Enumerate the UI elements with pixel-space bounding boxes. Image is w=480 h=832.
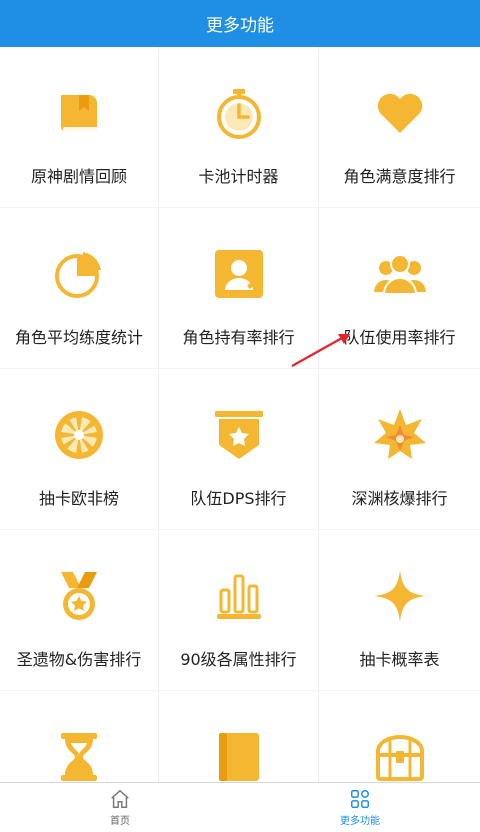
star-banner-icon — [211, 407, 267, 463]
tab-more-features[interactable]: 更多功能 — [240, 783, 480, 832]
treasure-chest-icon — [372, 729, 428, 782]
feature-label: 深渊核爆排行 — [351, 489, 448, 508]
feature-item-ownership-rank[interactable]: 角色持有率排行 — [159, 208, 319, 368]
feature-item-team-usage-rank[interactable]: 队伍使用率排行 — [319, 208, 480, 368]
sparkle-icon — [372, 568, 428, 624]
feature-item-hourglass[interactable] — [0, 691, 159, 782]
feature-label: 原神剧情回顾 — [30, 167, 127, 186]
tab-home-label: 首页 — [110, 816, 130, 827]
feature-item-story-review[interactable]: 原神剧情回顾 — [0, 47, 159, 207]
feature-item-abyss-burst-rank[interactable]: 深渊核爆排行 — [319, 369, 480, 529]
feature-label: 角色持有率排行 — [182, 328, 295, 347]
home-icon — [111, 789, 129, 808]
hourglass-icon — [51, 729, 107, 782]
feature-item-banner-timer[interactable]: 卡池计时器 — [159, 47, 319, 207]
feature-label: 抽卡概率表 — [359, 650, 440, 669]
feature-label: 抽卡欧非榜 — [38, 489, 119, 508]
book-icon — [51, 85, 107, 141]
medal-icon — [51, 568, 107, 624]
feature-label: 角色满意度排行 — [343, 167, 456, 186]
user-card-icon — [211, 246, 267, 302]
grid-apps-icon — [351, 790, 369, 808]
page-title: 更多功能 — [206, 16, 274, 36]
wheel-icon — [51, 407, 107, 463]
feature-item-treasure-chest[interactable] — [319, 691, 480, 782]
feature-item-notebook[interactable] — [159, 691, 319, 782]
feature-item-gacha-luck-board[interactable]: 抽卡欧非榜 — [0, 369, 159, 529]
feature-label: 90级各属性排行 — [180, 650, 297, 669]
notebook-icon — [211, 729, 267, 782]
feature-item-team-dps-rank[interactable]: 队伍DPS排行 — [159, 369, 319, 529]
feature-item-satisfaction-rank[interactable]: 角色满意度排行 — [319, 47, 480, 207]
page-title-bar: 更多功能 — [0, 0, 480, 47]
feature-label: 队伍使用率排行 — [343, 328, 456, 347]
feature-label: 卡池计时器 — [198, 167, 279, 186]
stopwatch-icon — [211, 85, 267, 141]
feature-item-training-stats[interactable]: 角色平均练度统计 — [0, 208, 159, 368]
feature-grid: 原神剧情回顾 卡池计时器 角色满意度排行 角色平均练度统计 角色持有率排行 队伍… — [0, 47, 480, 782]
heart-icon — [372, 85, 428, 141]
bar-chart-icon — [211, 568, 267, 624]
tab-home[interactable]: 首页 — [0, 783, 240, 832]
bottom-tab-bar: 首页 更多功能 — [0, 782, 480, 832]
feature-label: 角色平均练度统计 — [14, 328, 143, 347]
pie-chart-icon — [51, 246, 107, 302]
group-icon — [372, 246, 428, 302]
tab-more-label: 更多功能 — [340, 816, 380, 827]
feature-item-artifact-damage-rank[interactable]: 圣遗物&伤害排行 — [0, 530, 159, 690]
feature-item-level90-attr-rank[interactable]: 90级各属性排行 — [159, 530, 319, 690]
feature-label: 圣遗物&伤害排行 — [16, 650, 142, 669]
feature-item-gacha-probability[interactable]: 抽卡概率表 — [319, 530, 480, 690]
explosion-icon — [372, 407, 428, 463]
feature-label: 队伍DPS排行 — [190, 489, 287, 508]
